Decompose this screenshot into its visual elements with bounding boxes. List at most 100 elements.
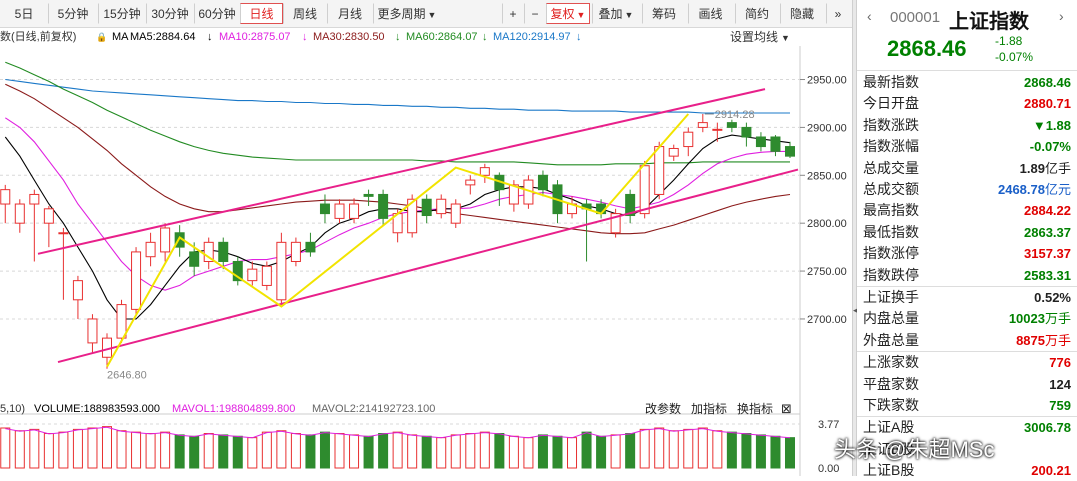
toolbar-button-0[interactable]: +	[502, 3, 524, 24]
volume-bar	[784, 437, 796, 469]
period-tab-7[interactable]: 月线	[327, 3, 373, 24]
price-change: -1.88	[995, 34, 1023, 48]
set-ma-button[interactable]: 设置均线 ▼	[730, 28, 790, 47]
candle-body	[319, 203, 330, 215]
candle-body	[218, 241, 229, 262]
watermark-text: 头条 @朱超MSc	[834, 437, 995, 462]
period-tab-4[interactable]: 60分钟	[194, 3, 240, 24]
quote-row: 总成交量 1.89亿手	[857, 158, 1077, 179]
quote-row: 指数涨跌 ▼1.88	[857, 115, 1077, 136]
volume-bar	[726, 431, 737, 469]
volume-bar	[567, 437, 578, 469]
volume-bar	[596, 435, 607, 469]
toolbar-button-3[interactable]: 叠加 ▼	[592, 3, 640, 24]
quote-row: 指数跌停 2583.31	[857, 265, 1077, 286]
quote-row-value: 124	[1049, 374, 1071, 395]
quote-row: 外盘总量 8875万手	[857, 330, 1077, 351]
volume-bar	[160, 431, 171, 469]
toolbar-button-7[interactable]: 隐藏	[780, 3, 824, 24]
quote-row-value: 2863.37	[1024, 222, 1071, 243]
candle-body	[537, 174, 548, 191]
period-tab-2[interactable]: 15分钟	[98, 3, 146, 24]
chevron-down-icon: ▼	[576, 10, 586, 20]
volume-bar	[174, 434, 185, 469]
period-tab-3[interactable]: 30分钟	[146, 3, 194, 24]
quote-value-text: 8875	[1016, 332, 1045, 348]
toolbar-button-5[interactable]: 画线	[688, 3, 733, 24]
add-indicator-button[interactable]: 加指标	[691, 400, 727, 418]
volume-bar	[552, 435, 563, 469]
prev-stock-icon[interactable]: ‹	[867, 8, 872, 24]
volume-bar	[494, 433, 505, 469]
ma60-arrow: ↓	[482, 31, 488, 43]
candle-body	[334, 203, 345, 219]
volume-bar	[654, 427, 665, 469]
quote-row-label: 下跌家数	[863, 397, 919, 413]
toolbar-button-8[interactable]: »	[826, 3, 850, 24]
candle-body	[29, 193, 40, 205]
ma120-value: MA120:2914.97	[493, 31, 571, 43]
volume-bar	[14, 430, 25, 469]
quote-row-label: 平盘家数	[863, 375, 919, 392]
candle-body	[436, 198, 447, 215]
volume-bar	[247, 437, 258, 469]
price-tick-label: 2900.00	[807, 122, 847, 134]
volume-bar	[450, 434, 461, 469]
quote-row-label: 最高指数	[863, 202, 919, 219]
volume-bar	[305, 434, 316, 469]
toolbar-button-6[interactable]: 简约	[735, 3, 779, 24]
chevron-down-icon: ▼	[624, 10, 634, 20]
quote-value-text: 3157.37	[1024, 246, 1071, 262]
toolbar-button-4[interactable]: 筹码	[642, 3, 686, 24]
quote-row-label: 内盘总量	[863, 310, 919, 327]
quote-value-text: 10023	[1008, 311, 1045, 327]
quote-value-unit: 亿手	[1044, 160, 1071, 176]
candle-body	[712, 128, 723, 131]
chevron-down-icon: ▼	[427, 10, 437, 20]
quote-value-text: 2868.46	[1024, 75, 1071, 90]
quote-row-label: 总成交量	[863, 159, 919, 176]
period-tab-6[interactable]: 周线	[283, 3, 327, 24]
volume-bar	[72, 428, 83, 469]
period-tab-0[interactable]: 5日	[0, 3, 48, 24]
quote-value-text: 759	[1049, 398, 1071, 413]
price-tick-label: 2750.00	[807, 266, 847, 278]
toolbar-button-1[interactable]: −	[524, 3, 546, 24]
quote-row: 今日开盘 2880.71	[857, 93, 1077, 114]
volume-bar	[43, 433, 54, 469]
candle-body	[668, 147, 679, 157]
candle-body	[189, 251, 200, 267]
candle-body	[697, 122, 708, 128]
next-stock-icon[interactable]: ›	[1059, 8, 1064, 24]
volume-bar	[276, 430, 287, 469]
quote-row-value: 3006.78	[1024, 417, 1071, 438]
ma-icon: 🔒	[96, 32, 108, 42]
quote-row-value: 200.21	[1031, 460, 1071, 481]
volume-bar	[537, 434, 548, 469]
stock-name: 上证指数	[949, 11, 1029, 33]
quote-row-value: 3157.37	[1024, 243, 1071, 264]
volume-bar	[101, 426, 112, 469]
period-tab-1[interactable]: 5分钟	[48, 3, 98, 24]
candle-body	[421, 198, 432, 217]
candle-body	[450, 203, 461, 224]
quote-value-text: 2583.31	[1024, 267, 1071, 283]
close-indicator-icon[interactable]: ⊠	[781, 400, 792, 418]
quote-row-value: 776	[1049, 352, 1071, 373]
change-params-button[interactable]: 改参数	[645, 400, 681, 418]
quote-value-text: 2884.22	[1024, 203, 1071, 219]
quote-value-text: 0.52%	[1034, 290, 1071, 305]
switch-indicator-button[interactable]: 换指标	[737, 400, 773, 418]
candle-body	[14, 203, 25, 224]
candle-body	[276, 241, 287, 301]
volume-tick-label: 0.00	[818, 463, 839, 475]
period-tab-8[interactable]: 更多周期 ▼	[373, 3, 441, 24]
quote-row-label: 上涨家数	[863, 354, 919, 371]
chart-toolbar: 5日 5分钟 15分钟 30分钟 60分钟 日线 周线 月线 更多周期 ▼ + − 复权 ▼ 叠加 ▼ 筹码画…	[0, 0, 852, 28]
period-tab-5[interactable]: 日线	[240, 3, 283, 24]
volume-bar	[741, 433, 752, 469]
candle-body	[349, 203, 360, 219]
toolbar-button-2[interactable]: 复权 ▼	[546, 3, 590, 24]
quote-value-unit: 万手	[1044, 311, 1071, 327]
quote-row-value: 2884.22	[1024, 200, 1071, 221]
